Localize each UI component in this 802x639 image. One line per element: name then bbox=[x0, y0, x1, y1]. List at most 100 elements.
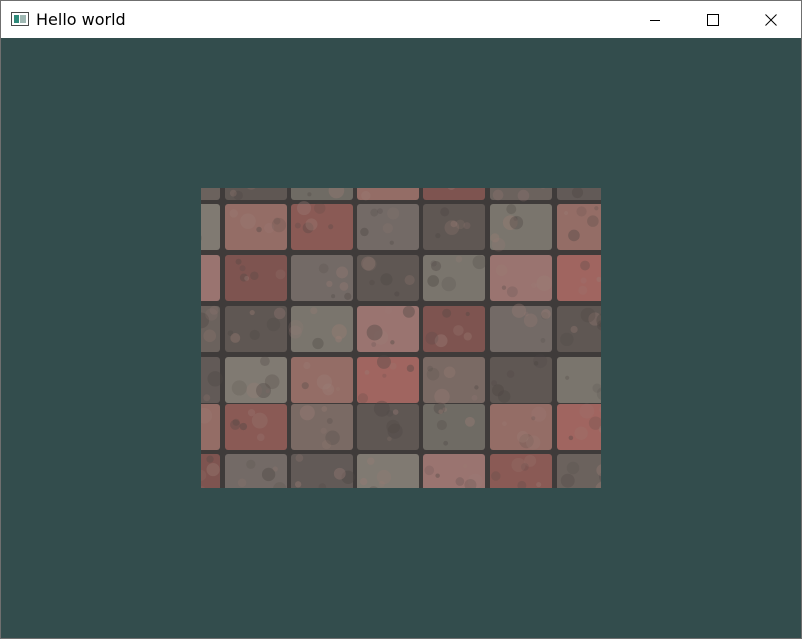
brick-speckle bbox=[239, 265, 246, 272]
brick-speckle bbox=[366, 457, 375, 465]
brick-speckle bbox=[434, 388, 450, 405]
brick-speckle bbox=[206, 462, 220, 477]
brick-speckle bbox=[314, 202, 326, 214]
brick-speckle bbox=[472, 255, 487, 270]
brick-speckle bbox=[231, 380, 247, 396]
brick-speckle bbox=[331, 294, 336, 299]
brick-speckle bbox=[435, 473, 440, 478]
brick-speckle bbox=[360, 227, 369, 237]
brick-speckle bbox=[386, 419, 400, 434]
brick-speckle bbox=[594, 206, 599, 211]
brick-speckle bbox=[436, 420, 447, 431]
brick-speckle bbox=[369, 279, 375, 286]
brick-speckle bbox=[328, 224, 334, 230]
brick-speckle bbox=[530, 282, 537, 289]
brick-speckle bbox=[502, 421, 507, 427]
brick-speckle bbox=[506, 286, 518, 298]
brick-speckle bbox=[312, 337, 324, 350]
brick-speckle bbox=[294, 222, 301, 229]
brick-speckle bbox=[506, 370, 515, 378]
maximize-button[interactable] bbox=[684, 1, 742, 38]
brick-speckle bbox=[442, 308, 452, 318]
app-window-icon bbox=[11, 12, 29, 26]
brick-tile bbox=[557, 255, 601, 301]
brick-speckle bbox=[506, 204, 517, 215]
brick-speckle bbox=[376, 469, 392, 485]
brick-speckle bbox=[261, 467, 276, 482]
brick-speckle bbox=[229, 209, 238, 218]
maximize-icon bbox=[707, 13, 719, 26]
brick-speckle bbox=[305, 218, 318, 231]
brick-speckle bbox=[579, 403, 595, 419]
brick-speckle bbox=[325, 430, 340, 445]
brick-tile bbox=[423, 188, 485, 200]
brick-speckle bbox=[230, 333, 241, 343]
window-title: Hello world bbox=[36, 10, 126, 29]
brick-speckle bbox=[326, 280, 333, 288]
brick-speckle bbox=[339, 282, 349, 291]
brick-speckle bbox=[362, 257, 377, 271]
brick-speckle bbox=[442, 407, 448, 413]
brick-speckle bbox=[335, 386, 341, 392]
brick-speckle bbox=[560, 473, 575, 488]
brick-speckle bbox=[464, 416, 475, 427]
brick-speckle bbox=[295, 454, 304, 462]
title-bar[interactable]: Hello world bbox=[1, 1, 801, 38]
brick-tile bbox=[423, 404, 485, 450]
brick-speckle bbox=[364, 370, 370, 375]
brick-speckle bbox=[326, 418, 333, 424]
minimize-button[interactable] bbox=[626, 1, 684, 38]
brick-speckle bbox=[533, 354, 548, 369]
brick-speckle bbox=[209, 305, 219, 315]
brick-speckle bbox=[333, 467, 346, 480]
brick-speckle bbox=[256, 382, 272, 399]
brick-speckle bbox=[492, 189, 504, 201]
brick-speckle bbox=[541, 309, 551, 319]
app-window: Hello world bbox=[0, 0, 802, 639]
brick-speckle bbox=[389, 240, 394, 245]
brick-speckle bbox=[568, 229, 580, 242]
brick-speckle bbox=[533, 361, 539, 366]
brick-speckle bbox=[237, 478, 247, 488]
brick-speckle bbox=[587, 215, 599, 227]
brick-speckle bbox=[511, 457, 526, 473]
brick-speckle bbox=[387, 207, 400, 220]
brick-speckle bbox=[435, 233, 441, 239]
brick-speckle bbox=[463, 463, 468, 469]
brick-speckle bbox=[491, 471, 501, 481]
brick-speckle bbox=[565, 375, 570, 380]
brick-speckle bbox=[250, 271, 259, 281]
brick-speckle bbox=[360, 477, 368, 486]
close-button[interactable] bbox=[742, 1, 800, 38]
brick-speckle bbox=[540, 338, 546, 343]
brick-speckle bbox=[321, 406, 328, 412]
brick-speckle bbox=[371, 342, 377, 347]
brick-speckle bbox=[235, 258, 242, 265]
brick-speckle bbox=[580, 277, 587, 284]
brick-speckle bbox=[576, 206, 587, 217]
brick-speckle bbox=[440, 207, 450, 217]
brick-speckle bbox=[474, 385, 479, 390]
brick-speckle bbox=[376, 354, 391, 369]
brick-speckle bbox=[501, 285, 507, 290]
render-viewport[interactable] bbox=[1, 38, 801, 638]
brick-speckle bbox=[578, 285, 588, 295]
brick-speckle bbox=[404, 274, 415, 286]
brick-speckle bbox=[310, 307, 318, 315]
brick-speckle bbox=[560, 332, 574, 347]
brick-speckle bbox=[438, 409, 444, 415]
brick-speckle bbox=[402, 305, 415, 318]
brick-speckle bbox=[536, 481, 542, 488]
brick-texture-image bbox=[201, 188, 601, 488]
brick-speckle bbox=[357, 393, 369, 404]
brick-speckle bbox=[574, 426, 588, 440]
brick-speckle bbox=[296, 201, 312, 216]
brick-speckle bbox=[230, 419, 241, 430]
brick-speckle bbox=[301, 382, 309, 390]
brick-speckle bbox=[430, 261, 442, 272]
brick-speckle bbox=[335, 335, 342, 343]
brick-speckle bbox=[531, 416, 536, 421]
brick-speckle bbox=[390, 340, 395, 345]
brick-speckle bbox=[523, 313, 538, 328]
brick-speckle bbox=[463, 332, 472, 341]
